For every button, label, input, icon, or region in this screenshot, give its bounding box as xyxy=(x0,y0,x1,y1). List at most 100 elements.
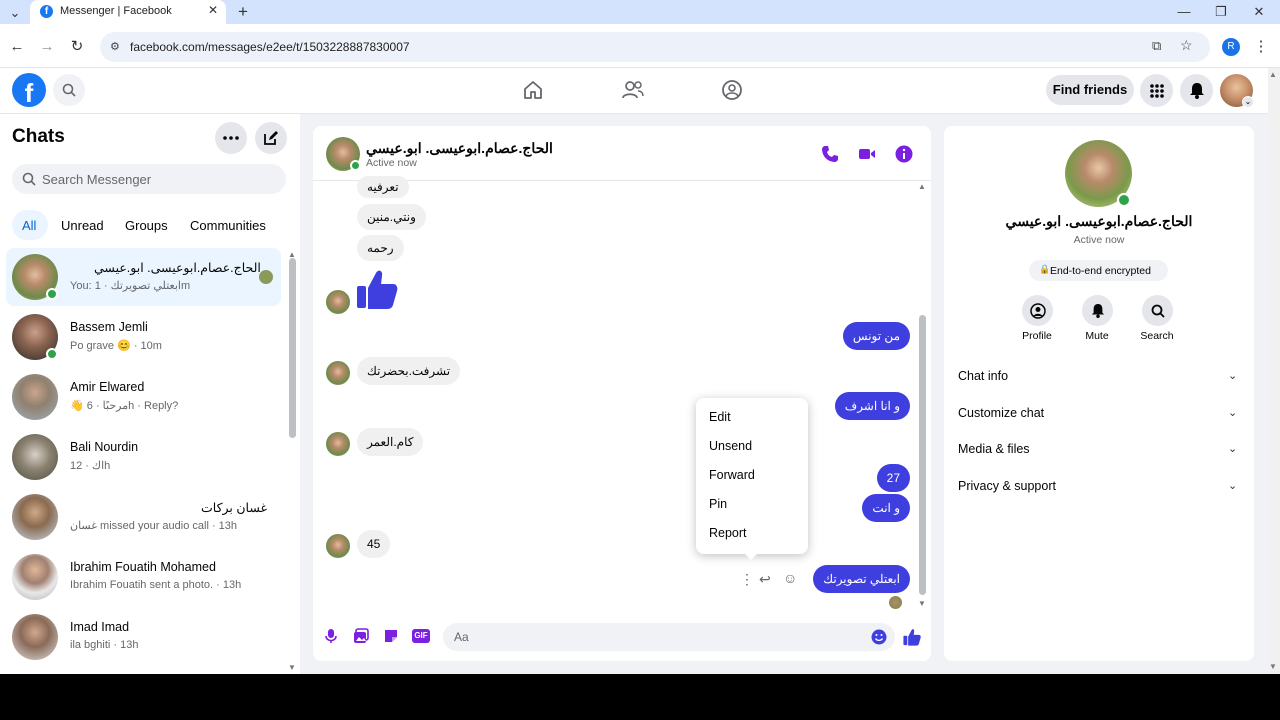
more-options-icon[interactable] xyxy=(215,122,247,154)
chevron-down-icon[interactable]: ⌄ xyxy=(1228,442,1237,455)
sender-avatar[interactable] xyxy=(326,361,350,385)
message-incoming[interactable]: تعرفيه xyxy=(357,176,409,198)
encryption-label: End-to-end encrypted xyxy=(1050,265,1151,277)
page-scroll-up-icon[interactable]: ▲ xyxy=(1269,70,1277,79)
filter-unread[interactable]: Unread xyxy=(61,218,104,233)
sender-avatar[interactable] xyxy=(326,534,350,558)
conversation-item[interactable]: Bassem Jemli Po grave 😊 · 10m xyxy=(6,308,281,366)
message-incoming[interactable]: ونتي.منين xyxy=(357,204,426,230)
chevron-down-icon[interactable]: ⌄ xyxy=(1228,369,1237,382)
voice-call-icon[interactable] xyxy=(821,145,839,163)
sender-avatar[interactable] xyxy=(326,432,350,456)
browser-tab[interactable]: f Messenger | Facebook ✕ xyxy=(30,0,226,24)
message-incoming[interactable]: كام.العمر xyxy=(357,428,424,456)
more-actions-icon[interactable]: ⋮ xyxy=(740,571,754,588)
conversation-item[interactable]: Amir Elwared 👋 مرحبًا · 6h · Reply? xyxy=(6,368,281,426)
filter-groups[interactable]: Groups xyxy=(125,218,168,233)
photo-icon[interactable] xyxy=(353,628,369,644)
message-incoming[interactable]: 45 xyxy=(357,530,391,558)
message-outgoing[interactable]: من تونس xyxy=(842,322,910,350)
react-emoji-icon[interactable]: ☺ xyxy=(783,570,797,586)
conversation-item[interactable]: الحاج.عصام.ابوعيسى. ابو.عيسي You: ابعتلي… xyxy=(6,248,281,306)
notifications-bell-icon[interactable] xyxy=(1180,74,1213,107)
profile-avatar-icon[interactable]: R xyxy=(1222,38,1240,56)
minimize-icon[interactable]: — xyxy=(1173,0,1195,22)
microphone-icon[interactable] xyxy=(325,628,337,644)
chevron-down-icon[interactable]: ⌄ xyxy=(1228,406,1237,419)
message-outgoing[interactable]: ابعتلي تصويرتك xyxy=(813,565,910,593)
menu-grid-icon[interactable] xyxy=(1140,74,1173,107)
menu-item-forward[interactable]: Forward xyxy=(709,468,755,482)
chevron-down-icon[interactable]: ⌄ xyxy=(1228,479,1237,492)
message-outgoing[interactable]: و انت xyxy=(862,494,910,522)
chat-header-name[interactable]: الحاج.عصام.ابوعيسى. ابو.عيسي xyxy=(366,140,553,157)
search-conversation-icon[interactable] xyxy=(1142,295,1173,326)
new-message-icon[interactable] xyxy=(255,122,287,154)
chats-title: Chats xyxy=(12,126,65,147)
menu-item-pin[interactable]: Pin xyxy=(709,497,727,511)
close-window-icon[interactable]: ✕ xyxy=(1248,0,1270,22)
close-tab-icon[interactable]: ✕ xyxy=(208,3,218,17)
send-like-icon[interactable] xyxy=(903,628,921,646)
forward-icon[interactable]: → xyxy=(36,35,58,57)
scroll-up-icon[interactable]: ▲ xyxy=(288,250,296,259)
page-scroll-down-icon[interactable]: ▼ xyxy=(1269,662,1277,671)
conversation-item[interactable]: Ibrahim Fouatih Mohamed Ibrahim Fouatih … xyxy=(6,548,281,606)
menu-item-report[interactable]: Report xyxy=(709,526,747,540)
conversation-info-icon[interactable] xyxy=(895,145,913,163)
thumbs-up-sticker-icon[interactable] xyxy=(356,268,398,310)
video-call-icon[interactable] xyxy=(858,146,876,162)
chat-scrollbar[interactable] xyxy=(919,315,926,595)
maximize-icon[interactable]: ❐ xyxy=(1210,0,1232,22)
filter-communities[interactable]: Communities xyxy=(190,218,266,233)
reload-icon[interactable]: ↻ xyxy=(66,35,88,57)
site-info-icon[interactable]: ⚙ xyxy=(110,40,120,53)
install-app-icon[interactable]: ⧉ xyxy=(1152,38,1161,54)
chat-scroll-up-icon[interactable]: ▲ xyxy=(918,182,926,191)
chat-scroll-down-icon[interactable]: ▼ xyxy=(918,599,926,608)
tab-list-chevron-icon[interactable]: ⌄ xyxy=(4,1,26,23)
message-incoming[interactable]: رحمه xyxy=(357,235,404,261)
page-scrollbar-track[interactable] xyxy=(1268,68,1280,674)
emoji-icon[interactable] xyxy=(871,629,887,645)
reply-icon[interactable]: ↩ xyxy=(759,571,771,588)
conversation-item[interactable]: Imad Imad ila bghiti · 13h xyxy=(6,608,281,666)
encryption-badge[interactable]: 🔒 End-to-end encrypted xyxy=(1029,260,1168,281)
groups-icon[interactable] xyxy=(721,79,743,101)
profile-action-icon[interactable] xyxy=(1022,295,1053,326)
conversation-name: Imad Imad xyxy=(70,620,130,634)
sticker-icon[interactable] xyxy=(383,628,399,644)
mute-bell-icon[interactable] xyxy=(1082,295,1113,326)
new-tab-icon[interactable]: + xyxy=(232,0,254,22)
find-friends-button[interactable]: Find friends xyxy=(1046,75,1134,105)
sidebar-scrollbar[interactable] xyxy=(289,258,296,438)
home-icon[interactable] xyxy=(522,79,544,101)
account-chevron-icon[interactable]: ⌄ xyxy=(1242,96,1254,108)
media-files-section[interactable]: Media & files xyxy=(958,442,1030,456)
address-bar[interactable]: ⚙ facebook.com/messages/e2ee/t/150322888… xyxy=(100,32,1210,62)
conversation-item[interactable]: غسان بركات غسان missed your audio call ·… xyxy=(6,488,281,546)
sender-avatar[interactable] xyxy=(326,290,350,314)
scroll-down-icon[interactable]: ▼ xyxy=(288,663,296,672)
message-input[interactable]: Aa xyxy=(443,623,895,651)
message-outgoing[interactable]: 27 xyxy=(876,464,910,492)
conversation-item[interactable]: Bali Nourdin اك · 12h xyxy=(6,428,281,486)
search-messenger-input[interactable]: Search Messenger xyxy=(12,164,286,194)
customize-chat-section[interactable]: Customize chat xyxy=(958,406,1044,420)
friends-icon[interactable] xyxy=(621,79,645,101)
message-outgoing[interactable]: و انا اشرف xyxy=(834,392,910,420)
chat-info-section[interactable]: Chat info xyxy=(958,369,1008,383)
message-incoming[interactable]: تشرفت.بحضرتك xyxy=(357,357,461,385)
menu-item-unsend[interactable]: Unsend xyxy=(709,439,752,453)
browser-menu-icon[interactable]: ⋮ xyxy=(1250,35,1272,57)
facebook-logo-icon[interactable]: f xyxy=(12,73,46,107)
search-icon[interactable] xyxy=(53,74,85,106)
menu-item-edit[interactable]: Edit xyxy=(709,410,731,424)
profile-status: Active now xyxy=(1073,234,1125,246)
conversation-preview: غسان missed your audio call · 13h xyxy=(70,520,238,532)
gif-icon[interactable]: GIF xyxy=(412,629,430,643)
filter-all[interactable]: All xyxy=(22,218,36,233)
bookmark-star-icon[interactable]: ☆ xyxy=(1180,37,1193,54)
back-icon[interactable]: ← xyxy=(6,35,28,57)
privacy-support-section[interactable]: Privacy & support xyxy=(958,479,1056,493)
